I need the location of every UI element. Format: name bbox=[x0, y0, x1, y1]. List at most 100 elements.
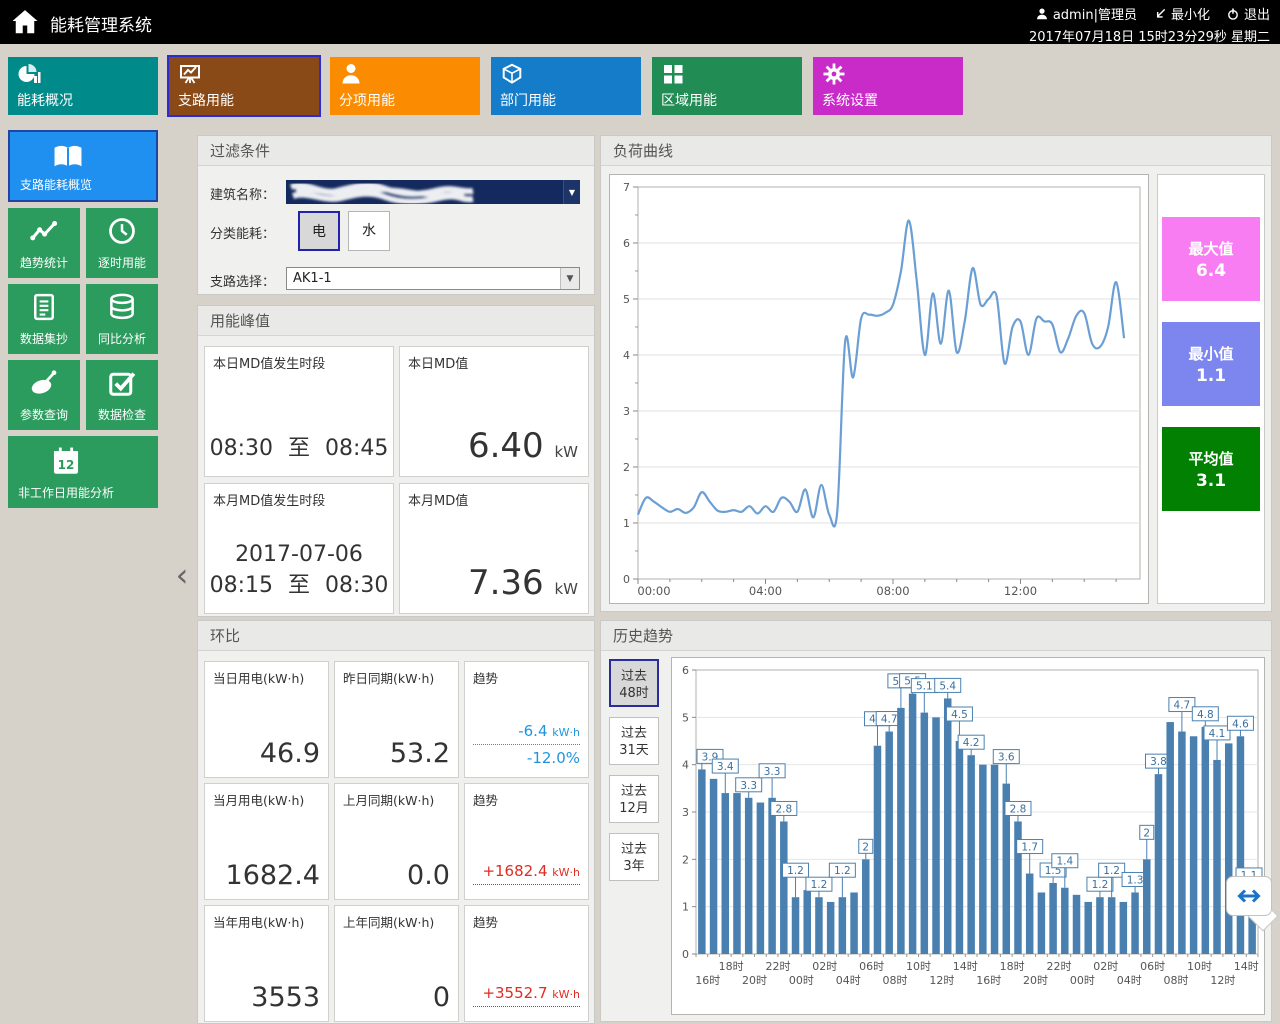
minimize-label: 最小化 bbox=[1171, 4, 1210, 23]
logout-label: 退出 bbox=[1244, 4, 1270, 23]
svg-text:6: 6 bbox=[623, 237, 630, 250]
svg-text:4.1: 4.1 bbox=[1209, 728, 1226, 740]
nav-tab-3[interactable]: 分项用能 bbox=[330, 57, 480, 115]
history-range-button-1[interactable]: 过去48时 bbox=[609, 659, 659, 707]
svg-text:16时: 16时 bbox=[976, 974, 1001, 987]
svg-text:5.4: 5.4 bbox=[939, 680, 956, 692]
peak-card-time: 08:15 至 08:30 bbox=[205, 567, 393, 599]
nav-tab-2[interactable]: 支路用能 bbox=[169, 57, 319, 115]
huanbi-card-r3-c1: 当年用电(kW·h)3553 bbox=[204, 905, 329, 1022]
gear-icon bbox=[822, 62, 846, 86]
energy-water-button[interactable]: 水 bbox=[348, 211, 390, 251]
huanbi-card-label: 昨日同期(kW·h) bbox=[343, 668, 434, 687]
peak-panel: 用能峰值 本日MD值发生时段08:30 至 08:45本日MD值6.40 kW本… bbox=[197, 305, 595, 617]
huanbi-card-value: 0.0 bbox=[407, 860, 450, 891]
huanbi-card-value: 0 bbox=[433, 982, 450, 1013]
svg-text:22时: 22时 bbox=[765, 960, 790, 973]
huanbi-card-r1-c3: 趋势-6.4 kW·h -12.0% bbox=[464, 661, 589, 778]
energy-electric-button[interactable]: 电 bbox=[298, 211, 340, 251]
logout-button[interactable]: 退出 bbox=[1226, 4, 1270, 23]
history-range-button-4[interactable]: 过去3年 bbox=[609, 833, 659, 881]
svg-text:4.7: 4.7 bbox=[1174, 700, 1191, 712]
user-chip[interactable]: admin|管理员 bbox=[1035, 4, 1137, 23]
sidebar-item-label: 非工作日用能分析 bbox=[18, 484, 158, 501]
building-label: 建筑名称： bbox=[210, 184, 275, 203]
sidebar-collapse-arrow[interactable]: ‹ bbox=[172, 556, 192, 594]
huanbi-card-label: 上年同期(kW·h) bbox=[343, 912, 434, 931]
svg-text:18时: 18时 bbox=[719, 960, 744, 973]
nav-tab-5[interactable]: 区域用能 bbox=[652, 57, 802, 115]
sidebar-item-6[interactable]: 参数查询 bbox=[8, 360, 80, 430]
sidebar-item-3[interactable]: 逐时用能 bbox=[86, 208, 158, 278]
building-select[interactable]: ▼ bbox=[286, 180, 580, 204]
comparison-panel: 环比 当日用电(kW·h)46.9昨日同期(kW·h)53.2趋势-6.4 kW… bbox=[197, 620, 595, 1024]
svg-text:04:00: 04:00 bbox=[749, 584, 782, 598]
sidebar-item-label: 趋势统计 bbox=[8, 254, 80, 271]
svg-text:1.2: 1.2 bbox=[1092, 879, 1109, 891]
stat-2: 最小值1.1 bbox=[1162, 322, 1260, 406]
filter-panel-title: 过滤条件 bbox=[198, 136, 594, 166]
sidebar-item-7[interactable]: 数据检查 bbox=[86, 360, 158, 430]
huanbi-card-value: 53.2 bbox=[390, 738, 450, 769]
svg-text:14时: 14时 bbox=[1234, 960, 1259, 973]
svg-text:4.5: 4.5 bbox=[951, 709, 968, 721]
datetime: 2017年07月18日 15时23分29秒 星期二 bbox=[1029, 26, 1270, 45]
svg-text:06时: 06时 bbox=[1140, 960, 1165, 973]
sidebar-item-label: 支路能耗概览 bbox=[20, 176, 156, 193]
minimize-button[interactable]: 最小化 bbox=[1153, 4, 1210, 23]
sidebar-item-5[interactable]: 同比分析 bbox=[86, 284, 158, 354]
svg-text:3.3: 3.3 bbox=[740, 780, 757, 792]
teamviewer-icon[interactable] bbox=[1226, 876, 1272, 916]
sidebar-item-label: 数据集抄 bbox=[8, 330, 80, 347]
svg-text:2: 2 bbox=[623, 461, 630, 474]
sidebar-item-1[interactable]: 支路能耗概览 bbox=[8, 130, 158, 202]
peak-card-1: 本日MD值发生时段08:30 至 08:45 bbox=[204, 346, 394, 477]
nav-tab-1[interactable]: 能耗概况 bbox=[8, 57, 158, 115]
history-panel-title: 历史趋势 bbox=[601, 621, 1271, 651]
nav-tab-label: 能耗概况 bbox=[17, 90, 73, 110]
calendar-icon: 12 bbox=[48, 444, 84, 478]
peak-card-4: 本月MD值7.36 kW bbox=[399, 483, 589, 614]
svg-text:20时: 20时 bbox=[742, 974, 767, 987]
svg-text:04时: 04时 bbox=[1117, 974, 1142, 987]
huanbi-card-label: 当年用电(kW·h) bbox=[213, 912, 304, 931]
svg-text:18时: 18时 bbox=[1000, 960, 1025, 973]
sidebar-item-4[interactable]: 数据集抄 bbox=[8, 284, 80, 354]
home-icon[interactable] bbox=[10, 7, 40, 37]
svg-text:1.2: 1.2 bbox=[811, 879, 828, 891]
minimize-icon bbox=[1153, 7, 1167, 21]
svg-text:5.1: 5.1 bbox=[916, 681, 933, 693]
svg-text:04时: 04时 bbox=[836, 974, 861, 987]
svg-text:3: 3 bbox=[623, 405, 630, 418]
svg-text:12:00: 12:00 bbox=[1004, 584, 1037, 598]
peak-card-label: 本日MD值 bbox=[408, 353, 468, 372]
branch-select[interactable]: AK1-1 ▼ bbox=[286, 267, 580, 290]
huanbi-trend: -6.4 kW·h -12.0% bbox=[473, 722, 580, 767]
svg-text:1.4: 1.4 bbox=[1056, 856, 1073, 868]
svg-text:1: 1 bbox=[682, 901, 689, 914]
svg-text:10时: 10时 bbox=[1187, 960, 1212, 973]
peak-card-value: 7.36 kW bbox=[468, 563, 578, 603]
huanbi-card-value: 1682.4 bbox=[226, 860, 320, 891]
sidebar-item-8[interactable]: 12 非工作日用能分析 bbox=[8, 436, 158, 508]
clock-icon bbox=[107, 216, 137, 246]
book-icon bbox=[50, 140, 86, 174]
svg-text:2: 2 bbox=[1143, 827, 1150, 839]
building-dropdown-arrow-icon[interactable]: ▼ bbox=[563, 180, 580, 204]
history-range-button-2[interactable]: 过去31天 bbox=[609, 717, 659, 765]
peak-card-date: 2017-07-06 bbox=[205, 542, 393, 567]
history-bar-chart: 01234563.93.43.33.32.81.21.21.224.44.75.… bbox=[671, 657, 1265, 1015]
nav-tab-label: 系统设置 bbox=[822, 90, 878, 110]
huanbi-card-r2-c2: 上月同期(kW·h)0.0 bbox=[334, 783, 459, 900]
nav-tab-6[interactable]: 系统设置 bbox=[813, 57, 963, 115]
filter-panel: 过滤条件 建筑名称： ▼ 分类能耗： 电 水 支路选择： AK1-1 ▼ bbox=[197, 135, 595, 295]
peak-card-value: 6.40 kW bbox=[468, 426, 578, 466]
sidebar-item-2[interactable]: 趋势统计 bbox=[8, 208, 80, 278]
svg-text:1.2: 1.2 bbox=[834, 865, 851, 877]
history-range-button-3[interactable]: 过去12月 bbox=[609, 775, 659, 823]
nav-tab-4[interactable]: 部门用能 bbox=[491, 57, 641, 115]
svg-text:16时: 16时 bbox=[695, 974, 720, 987]
satellite-icon bbox=[29, 368, 59, 398]
svg-text:02时: 02时 bbox=[1093, 960, 1118, 973]
svg-text:08:00: 08:00 bbox=[876, 584, 909, 598]
